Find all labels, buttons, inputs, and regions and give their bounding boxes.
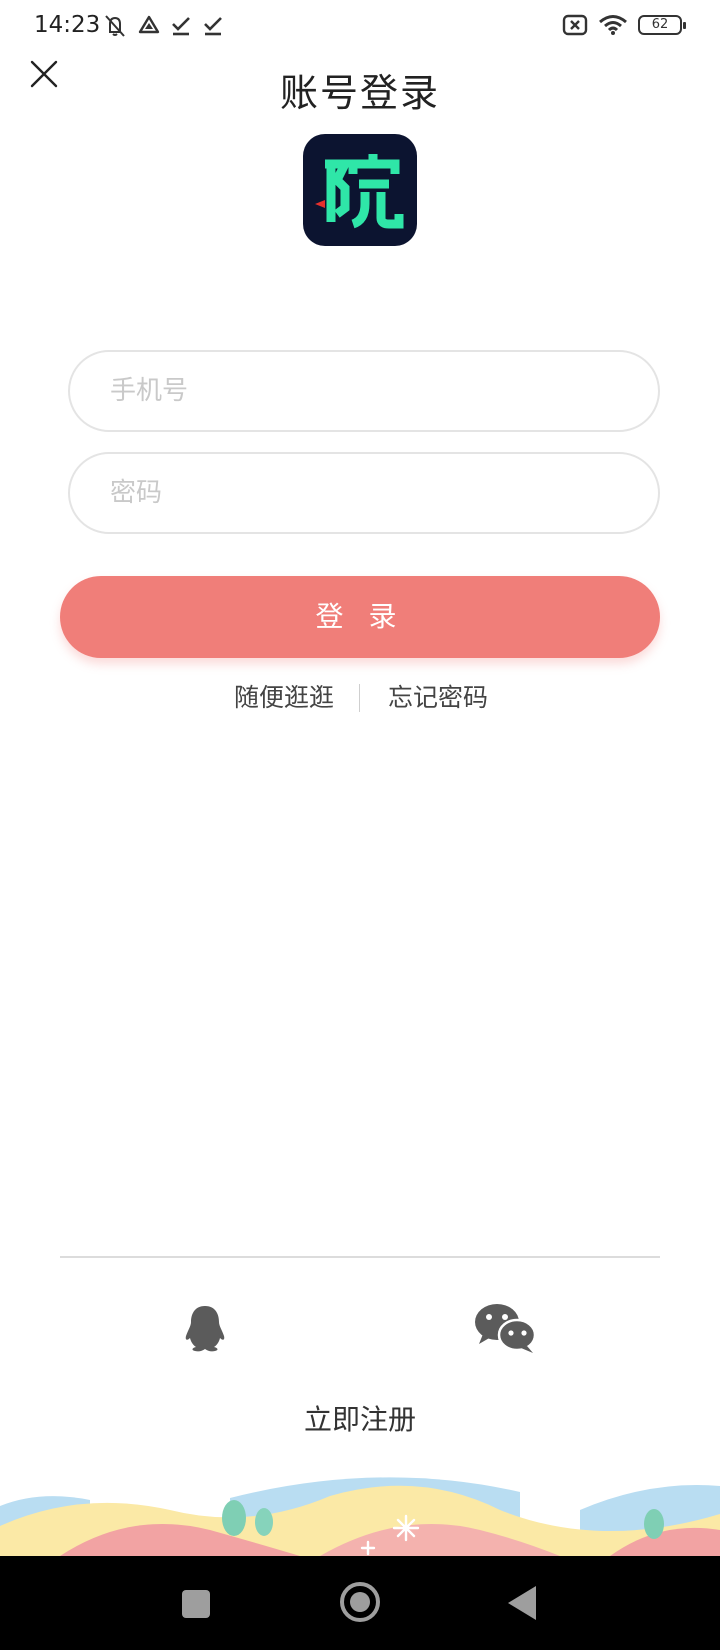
mute-icon [105, 15, 125, 37]
browse-link[interactable]: 随便逛逛 [234, 678, 334, 714]
square-icon[interactable] [182, 1590, 210, 1618]
status-time: 14:23 [34, 12, 101, 38]
link-divider [359, 684, 360, 712]
status-bar: 14:23 62 [0, 0, 720, 56]
decorative-hills [0, 1477, 720, 1556]
password-field[interactable] [68, 452, 660, 534]
circle-icon[interactable] [340, 1582, 380, 1622]
qq-login-button[interactable] [180, 1304, 230, 1352]
register-link[interactable]: 立即注册 [0, 1398, 720, 1438]
system-nav-bar [0, 1556, 720, 1650]
page-title: 账号登录 [279, 71, 440, 115]
wechat-login-button[interactable] [473, 1302, 537, 1354]
triangle-back-icon[interactable] [508, 1586, 536, 1620]
status-right-icons: 62 [562, 14, 686, 36]
secondary-links: 随便逛逛 忘记密码 [0, 678, 720, 718]
wifi-icon [599, 15, 627, 35]
qq-icon [185, 1306, 225, 1352]
battery-icon: 62 [638, 15, 686, 35]
app-logo [303, 134, 417, 246]
triangle-icon [138, 15, 160, 34]
no-sim-icon [562, 14, 588, 36]
check-icon [172, 17, 190, 36]
wechat-icon [475, 1304, 537, 1353]
phone-input[interactable] [110, 352, 630, 430]
login-button[interactable]: 登 录 [60, 576, 660, 658]
check-icon [204, 17, 222, 36]
password-input[interactable] [110, 454, 630, 532]
social-divider [60, 1256, 660, 1258]
forgot-password-link[interactable]: 忘记密码 [388, 678, 488, 714]
app-logo-glyph [315, 154, 404, 229]
status-left-icons [102, 14, 224, 38]
phone-field[interactable] [68, 350, 660, 432]
